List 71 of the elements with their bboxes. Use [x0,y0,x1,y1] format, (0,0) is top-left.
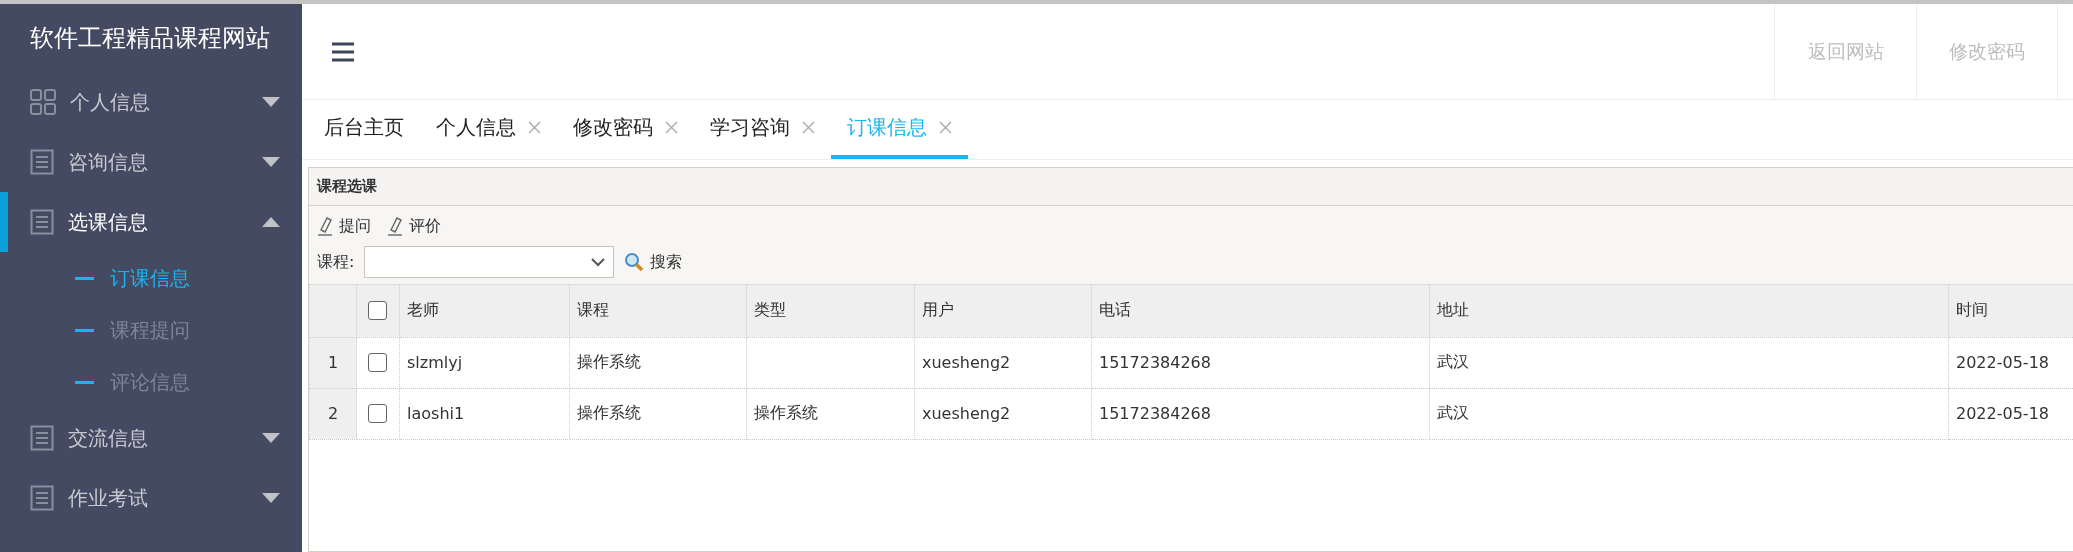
list-icon [30,149,54,175]
sidebar-item[interactable]: 选课信息 [0,192,302,252]
submenu-item[interactable]: 订课信息 [0,252,302,304]
sidebar-label: 作业考试 [68,484,148,512]
tab[interactable]: 修改密码 [557,100,694,159]
list-icon [30,209,54,235]
course-select[interactable] [364,246,615,278]
active-indicator [0,192,8,252]
caret-icon [262,217,280,227]
table-cell: 武汉 [1429,337,1949,388]
submenu-label: 课程提问 [110,316,190,344]
caret-icon [262,493,280,503]
select-all-checkbox[interactable] [368,301,387,321]
tab[interactable]: 个人信息 [420,100,557,159]
column-header[interactable]: 类型 [746,285,915,337]
close-icon[interactable] [665,121,678,134]
table-cell: laoshi1 [399,388,570,439]
toolbar-button[interactable]: 提问 [317,215,371,237]
caret-icon [262,433,280,443]
sidebar-label: 咨询信息 [68,148,148,176]
close-icon[interactable] [939,121,952,134]
column-header[interactable]: 时间 [1948,285,2073,337]
column-header[interactable]: 老师 [399,285,570,337]
sidebar-item[interactable]: 作业考试 [0,468,302,528]
pen-icon [317,216,333,236]
close-icon[interactable] [528,121,541,134]
sidebar-label: 个人信息 [70,88,150,116]
column-header[interactable]: 电话 [1091,285,1430,337]
sidebar-item[interactable]: 交流信息 [0,408,302,468]
sidebar-label: 选课信息 [68,208,148,236]
caret-icon [262,157,280,167]
list-icon [30,485,54,511]
menu-icon[interactable] [332,41,354,62]
list-icon [30,425,54,451]
column-header[interactable]: 用户 [914,285,1092,337]
table-cell: 操作系统 [569,337,747,388]
tab[interactable]: 学习咨询 [694,100,831,159]
submenu-label: 订课信息 [110,264,190,292]
table-cell: 操作系统 [746,388,915,439]
table-cell: xuesheng2 [914,388,1092,439]
site-title: 软件工程精品课程网站 [29,23,271,54]
table-cell: xuesheng2 [914,337,1092,388]
table-cell: slzmlyj [399,337,570,388]
table-cell: 操作系统 [569,388,747,439]
submenu-label: 评论信息 [110,368,190,396]
search-button[interactable]: 搜索 [624,251,683,273]
dash-icon [75,276,94,280]
pen-icon [387,216,403,236]
chevron-icon [591,257,606,267]
dash-icon [75,328,94,332]
row-number: 1 [309,337,357,388]
grid-icon [30,89,56,115]
panel-title: 课程选课 [309,168,2073,206]
search-icon [624,252,645,272]
sidebar-item[interactable]: 咨询信息 [0,132,302,192]
sidebar-item[interactable]: 个人信息 [0,72,302,132]
table-cell: 15172384268 [1091,337,1430,388]
column-header[interactable]: 课程 [569,285,747,337]
column-header[interactable]: 地址 [1429,285,1949,337]
table-cell: 武汉 [1429,388,1949,439]
tab[interactable]: 后台主页 [308,100,420,159]
caret-icon [262,97,280,107]
sidebar-label: 交流信息 [68,424,148,452]
row-checkbox[interactable] [368,404,387,423]
dash-icon [75,380,94,384]
row-number: 2 [309,388,357,439]
row-checkbox[interactable] [368,353,387,372]
filter-label: 课程: [317,251,355,273]
table-cell: 15172384268 [1091,388,1430,439]
toolbar-button[interactable]: 评价 [387,215,441,237]
close-icon[interactable] [802,121,815,134]
